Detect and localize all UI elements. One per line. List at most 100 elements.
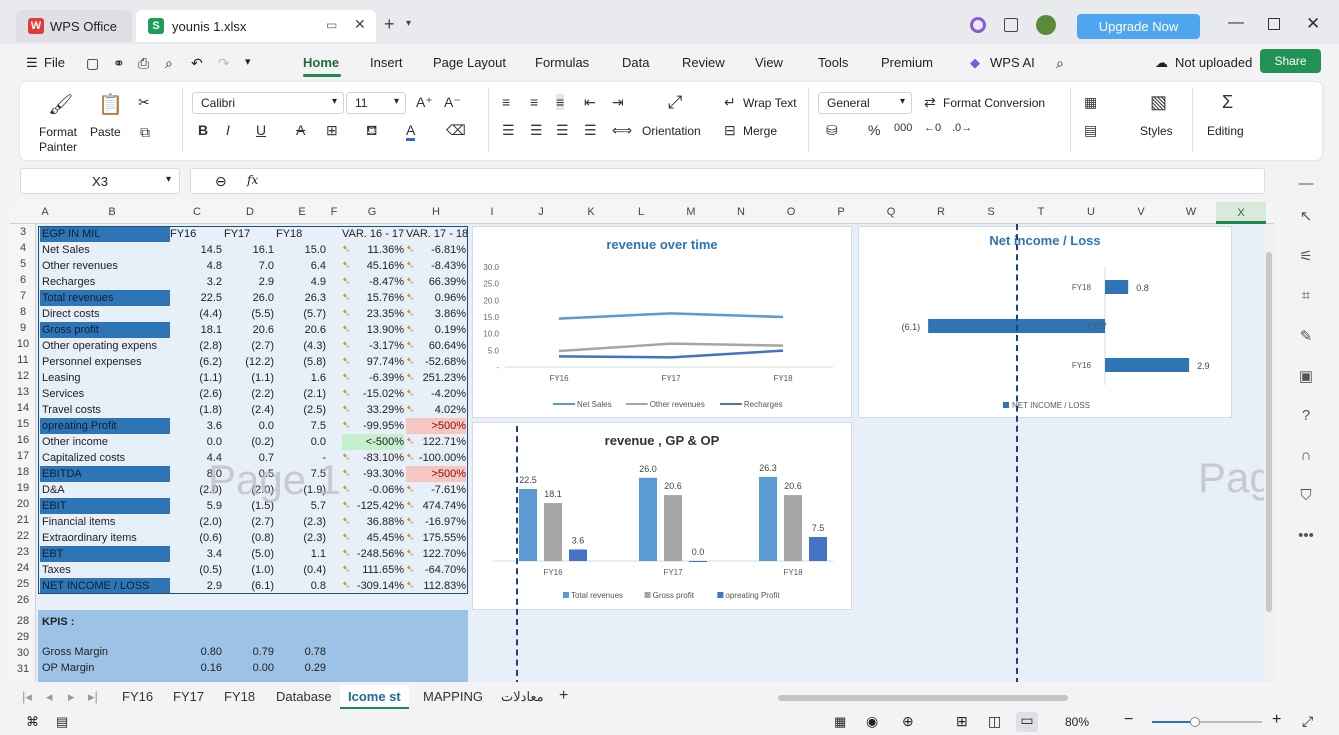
chevron-down-icon[interactable]: ▾ <box>406 18 411 29</box>
kpi-fy16[interactable]: 0.16 <box>170 660 222 676</box>
horizontal-scroll-thumb[interactable] <box>778 695 1068 701</box>
percent-icon[interactable]: % <box>868 122 880 138</box>
row-header[interactable]: 5 <box>10 258 36 270</box>
chart-revenue-gp-op[interactable]: revenue , GP & OP 22.5 18.1 3.6 FY16 26.0 20.… <box>472 422 852 610</box>
menu-formulas[interactable]: Formulas <box>535 55 589 70</box>
column-header-p[interactable]: P <box>816 206 866 218</box>
align-top-icon[interactable]: ≡ <box>502 94 510 110</box>
styles-button[interactable]: Styles <box>1140 124 1173 138</box>
indent-decrease-icon[interactable]: ⇤ <box>584 94 596 111</box>
column-header-n[interactable]: N <box>716 206 766 218</box>
print-icon[interactable]: ⎙ <box>138 55 149 72</box>
headset-icon[interactable]: ∩ <box>1295 447 1317 469</box>
sheet-tab-fy17[interactable]: FY17 <box>173 689 204 704</box>
eye-protection-icon[interactable]: ◉ <box>866 713 878 730</box>
freeze-icon[interactable]: ⊕ <box>902 713 914 730</box>
underline-icon[interactable]: U <box>256 122 266 138</box>
tools-icon[interactable]: ✎ <box>1295 327 1317 349</box>
align-middle-icon[interactable]: ≡ <box>530 94 538 110</box>
fx-icon[interactable]: fx <box>247 173 258 187</box>
column-header-l[interactable]: L <box>616 206 666 218</box>
redo-icon[interactable]: ↷ <box>218 55 230 72</box>
column-header-g[interactable]: G <box>340 206 404 218</box>
strikethrough-icon[interactable]: A <box>296 122 305 138</box>
zoom-out-icon[interactable]: − <box>1124 711 1133 729</box>
row-header[interactable]: 3 <box>10 226 36 238</box>
column-header-c[interactable]: C <box>170 206 224 218</box>
zoom-search-icon[interactable]: ⊖ <box>215 173 227 190</box>
more-chevron-icon[interactable]: ▾ <box>245 55 251 68</box>
font-name-select[interactable]: Calibri ▾ <box>192 92 344 114</box>
indent-increase-icon[interactable]: ⇥ <box>612 94 624 111</box>
column-header-a[interactable]: A <box>36 206 54 218</box>
bold-icon[interactable]: B <box>198 122 208 138</box>
row-header[interactable]: 23 <box>10 546 36 558</box>
zoom-slider-handle[interactable] <box>1190 717 1200 727</box>
column-header-x[interactable]: X <box>1216 202 1266 224</box>
column-header-t[interactable]: T <box>1016 206 1066 218</box>
zoom-slider[interactable] <box>1152 717 1262 727</box>
avatar[interactable] <box>1036 15 1056 35</box>
kpi-fy18[interactable]: 0.29 <box>276 660 326 676</box>
number-format-select[interactable]: General ▾ <box>818 92 912 114</box>
last-sheet-icon[interactable]: ▸| <box>88 689 98 705</box>
conditional-format-icon[interactable]: ▦ <box>1084 94 1097 111</box>
decrease-decimal-icon[interactable]: .0→ <box>952 122 972 134</box>
minimize-icon[interactable]: — <box>1228 14 1244 32</box>
column-header-q[interactable]: Q <box>866 206 916 218</box>
table-format-icon[interactable]: ▤ <box>1084 122 1097 139</box>
menu-insert[interactable]: Insert <box>370 55 403 70</box>
editing-button[interactable]: Editing <box>1207 124 1244 138</box>
distribute-icon[interactable]: ⟺ <box>612 122 632 139</box>
close-tab-icon[interactable]: ✕ <box>354 16 366 33</box>
align-right-icon[interactable]: ☰ <box>556 122 569 139</box>
column-header-j[interactable]: J <box>516 206 566 218</box>
page-layout-view-icon[interactable]: ◫ <box>988 713 1001 730</box>
help-icon[interactable]: ? <box>1295 407 1317 429</box>
currency-icon[interactable]: ⛁ <box>826 122 838 139</box>
row-header[interactable]: 18 <box>10 466 36 478</box>
menu-wps-ai[interactable]: WPS AI <box>990 55 1035 70</box>
table-icon[interactable]: ▦ <box>834 714 846 730</box>
row-header[interactable]: 9 <box>10 322 36 334</box>
more-icon[interactable]: ••• <box>1295 527 1317 549</box>
format-conversion-button[interactable]: Format Conversion <box>943 96 1045 110</box>
sheet-tab-icome-st[interactable]: Icome st <box>340 685 409 709</box>
tab-file[interactable]: S younis 1.xlsx ▭ ✕ <box>136 10 376 42</box>
column-header-o[interactable]: O <box>766 206 816 218</box>
formula-input[interactable]: ⊖ fx <box>190 168 1265 194</box>
paste-button[interactable]: Paste <box>90 125 121 139</box>
sheet-tab-mapping[interactable]: MAPPING <box>423 689 483 704</box>
increase-font-icon[interactable]: A⁺ <box>416 94 433 111</box>
column-header-m[interactable]: M <box>666 206 716 218</box>
sheet-tab-fy18[interactable]: FY18 <box>224 689 255 704</box>
row-header[interactable]: 10 <box>10 338 36 350</box>
new-tab-icon[interactable]: + <box>384 14 395 35</box>
font-size-select[interactable]: 11 ▾ <box>346 92 406 114</box>
vertical-scrollbar[interactable] <box>1264 224 1274 680</box>
thousands-icon[interactable]: 000 <box>894 122 912 134</box>
kpi-fy16[interactable]: 0.80 <box>170 644 222 660</box>
clear-format-icon[interactable]: ⌫ <box>446 122 466 139</box>
sheet-tab-database[interactable]: Database <box>276 689 332 704</box>
fullscreen-icon[interactable]: ⤢ <box>1302 713 1313 730</box>
menu-tools[interactable]: Tools <box>818 55 848 70</box>
format-painter-button[interactable]: Format Painter <box>38 125 78 155</box>
styles-icon[interactable]: ▧ <box>1150 92 1167 113</box>
column-header-w[interactable]: W <box>1166 206 1216 218</box>
row-header[interactable]: 12 <box>10 370 36 382</box>
increase-decimal-icon[interactable]: ←0 <box>924 122 941 134</box>
cut-icon[interactable]: ✂ <box>138 94 150 111</box>
justify-icon[interactable]: ☰ <box>584 122 597 139</box>
format-painter-icon[interactable]: 🖌 <box>48 92 73 117</box>
row-header[interactable]: 17 <box>10 450 36 462</box>
row-header[interactable]: 20 <box>10 498 36 510</box>
menu-home[interactable]: Home <box>303 55 339 70</box>
column-header-b[interactable]: B <box>54 206 170 218</box>
page-break-view-icon[interactable]: ▭ <box>1016 712 1038 732</box>
copy-icon[interactable]: ⧉ <box>140 124 150 141</box>
row-header[interactable]: 26 <box>10 594 36 606</box>
wrap-text-button[interactable]: Wrap Text <box>743 96 797 110</box>
column-header-k[interactable]: K <box>566 206 616 218</box>
share-button[interactable]: Share <box>1260 49 1321 73</box>
